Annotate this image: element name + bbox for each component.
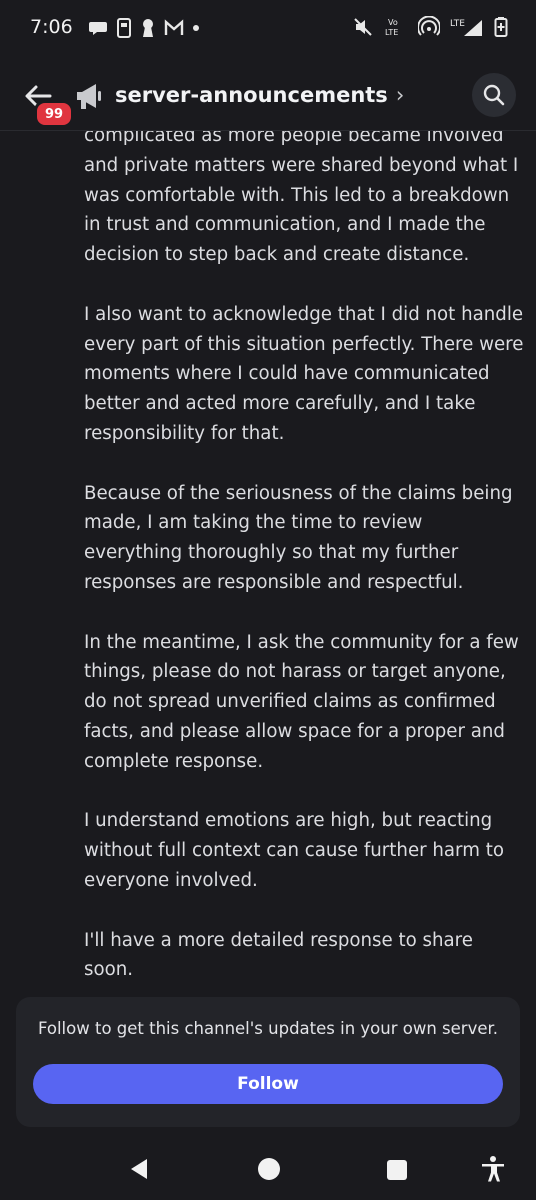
nav-recents-icon[interactable] (386, 1159, 408, 1181)
keyhole-icon (143, 19, 153, 37)
system-icons: Vo LTE LTE (352, 16, 508, 38)
megaphone-icon (77, 84, 101, 109)
message-paragraph: I also want to acknowledge that I did no… (84, 303, 524, 444)
muted-icon (354, 18, 372, 36)
message-paragraph: In the meantime, I ask the community for… (84, 631, 519, 772)
follow-description: Follow to get this channel's updates in … (37, 1019, 499, 1038)
unread-badge: 99 (34, 100, 74, 128)
system-nav-bar (0, 1135, 536, 1200)
message-paragraph: complicated as more people became involv… (84, 131, 519, 266)
message-paragraph: Because of the seriousness of the claims… (84, 482, 513, 593)
nav-home-icon[interactable] (257, 1157, 281, 1181)
hotspot-icon (418, 16, 440, 36)
chevron-right-icon: › (395, 83, 405, 107)
follow-card: Follow to get this channel's updates in … (16, 997, 520, 1127)
svg-text:Vo: Vo (388, 18, 398, 27)
chat-bubble-icon (89, 22, 107, 35)
channel-title[interactable]: server-announcements › (115, 83, 404, 107)
volte-icon: Vo LTE (385, 18, 398, 37)
battery-icon (494, 17, 508, 37)
message-paragraph: I'll have a more detailed response to sh… (84, 929, 473, 981)
notification-icons (88, 18, 200, 38)
svg-text:LTE: LTE (385, 28, 398, 37)
search-button[interactable] (472, 73, 516, 117)
status-time: 7:06 (30, 16, 73, 38)
message-paragraph: I understand emotions are high, but reac… (84, 810, 504, 891)
status-bar: 7:06 Vo LTE LTE (0, 0, 536, 62)
follow-button[interactable]: Follow (33, 1064, 503, 1104)
lte-signal-icon: LTE (450, 19, 482, 36)
svg-text:LTE: LTE (450, 19, 465, 29)
message-list[interactable]: complicated as more people became involv… (0, 131, 536, 991)
nav-back-icon[interactable] (127, 1157, 151, 1181)
search-icon (483, 84, 505, 106)
message-body: complicated as more people became involv… (84, 131, 524, 991)
channel-name-text: server-announcements (115, 83, 388, 107)
phone-card-icon (117, 18, 131, 38)
dot-icon (193, 25, 199, 31)
gmail-icon (164, 19, 184, 35)
accessibility-icon[interactable] (480, 1155, 506, 1183)
